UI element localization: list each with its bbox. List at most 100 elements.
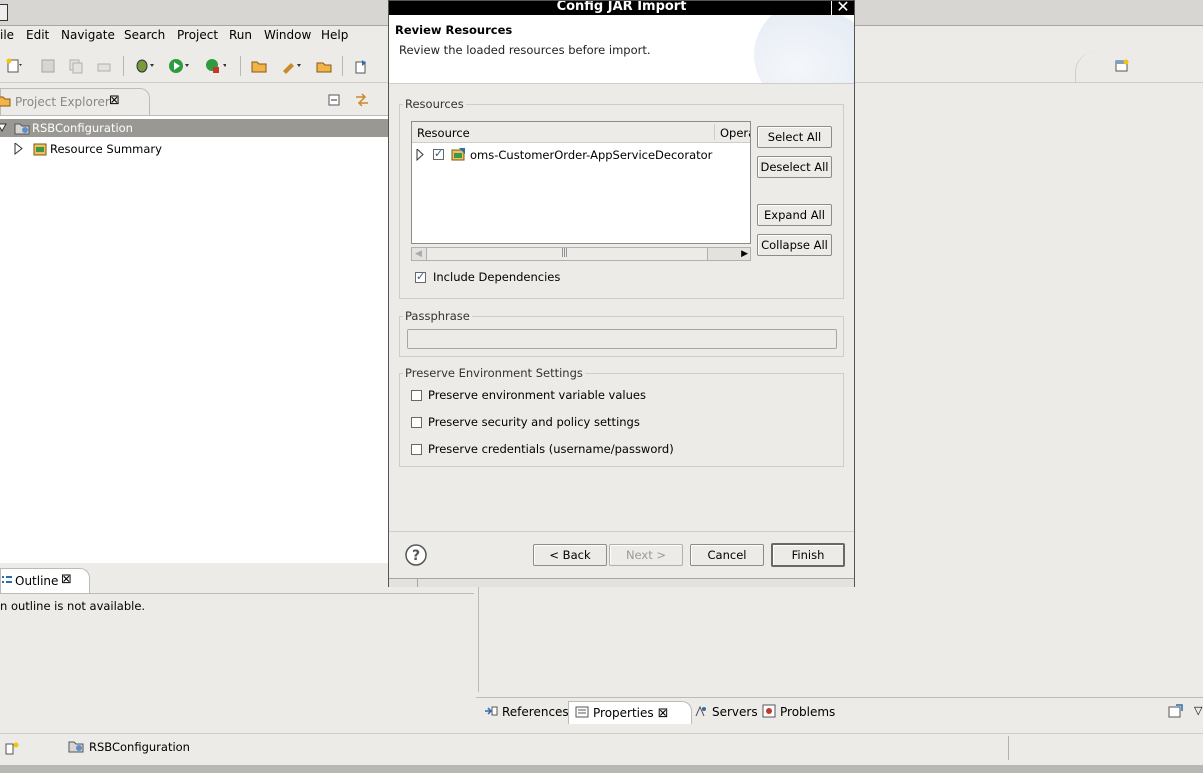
window-menu-icon[interactable] [0,4,8,21]
new-icon[interactable] [4,56,26,76]
project-icon [14,121,30,138]
properties-icon [575,706,589,721]
close-icon[interactable]: ✕ [831,1,854,15]
passphrase-input[interactable] [407,329,837,349]
status-separator [1008,736,1009,760]
menu-project[interactable]: Project [177,28,218,42]
fast-view-icon[interactable] [4,741,20,758]
debug-icon[interactable] [133,56,155,76]
group-label: Preserve Environment Settings [403,366,585,380]
wizard-header: Review Resources Review the loaded resou… [389,15,854,84]
bottom-tab-bar: References Properties ⊠ Servers Problems… [476,697,1203,726]
next-button[interactable]: Next > [609,544,683,566]
menu-help[interactable]: Help [321,28,348,42]
footer-separator [389,531,854,532]
link-with-editor-icon[interactable] [354,93,370,110]
menu-navigate[interactable]: Navigate [61,28,115,42]
perspective-switcher [1075,52,1203,82]
servers-icon [694,705,708,720]
external-tools-icon[interactable] [204,56,226,76]
select-all-button[interactable]: Select All [757,126,832,148]
tree-row[interactable]: Resource Summary [0,140,388,158]
run-icon[interactable] [168,56,190,76]
column-header-resource[interactable]: Resource [417,126,470,140]
preserve-option-label: Preserve environment variable values [428,388,646,402]
outline-view: n outline is not available. [0,593,474,734]
scroll-right-icon[interactable]: ▶ [741,249,748,259]
wizard-page-title: Review Resources [395,23,513,37]
menu-file[interactable]: ile [0,28,14,42]
column-header-operation[interactable]: Opera [720,126,750,140]
cancel-button[interactable]: Cancel [690,544,764,566]
tab-servers[interactable]: Servers [688,701,764,723]
tab-references[interactable]: References [478,701,575,723]
deselect-all-button[interactable]: Deselect All [757,156,832,178]
close-icon[interactable]: ⊠ [658,706,669,721]
close-icon[interactable]: ⊠ [109,93,120,108]
toolbar-separator [240,56,241,76]
collapse-all-button[interactable]: Collapse All [757,234,832,256]
resource-summary-icon [32,141,48,160]
resource-checkbox[interactable] [433,147,444,160]
folder-icon [0,94,11,111]
bottom-border [0,765,1203,773]
status-project-label: RSBConfiguration [89,740,190,754]
menu-search[interactable]: Search [124,28,165,42]
menu-edit[interactable]: Edit [26,28,49,42]
table-row[interactable]: oms-CustomerOrder-AppServiceDecorator [412,146,750,164]
preserve-option-label: Preserve security and policy settings [428,415,640,429]
expand-all-button[interactable]: Expand All [757,204,832,226]
preserve-credentials-checkbox[interactable] [411,444,422,455]
finish-button[interactable]: Finish [771,543,845,567]
menu-window[interactable]: Window [264,28,311,42]
include-dependencies-label: Include Dependencies [433,270,561,284]
preserve-security-checkbox[interactable] [411,417,422,428]
tab-label: References [502,705,569,719]
tab-label: Project Explorer [15,95,110,109]
tab-label: Properties [593,706,654,720]
tools-icon[interactable] [280,56,302,76]
tab-outline[interactable]: Outline ⊠ [0,568,90,594]
menu-run[interactable]: Run [229,28,252,42]
collapse-all-icon[interactable] [328,93,342,110]
horizontal-scrollbar[interactable]: ◀ ||| ▶ [411,247,751,261]
tree-item-label: RSBConfiguration [32,121,133,135]
tree-row-selected[interactable]: RSBConfiguration [0,119,388,137]
tab-properties[interactable]: Properties ⊠ [568,701,692,724]
help-icon[interactable]: ? [405,544,427,569]
expanded-arrow-icon[interactable] [0,122,8,136]
dialog-title-bar: Config JAR Import ✕ [389,1,854,15]
perspective-icon[interactable] [1114,58,1130,77]
problems-icon [762,704,776,721]
export-icon[interactable] [351,56,373,76]
editor-tab-area [856,88,1203,117]
back-button[interactable]: < Back [533,544,607,566]
view-menu-icon[interactable]: ▽ [1194,704,1202,717]
open-type-icon[interactable] [313,56,335,76]
service-decorator-icon [451,146,467,165]
scrollbar-thumb[interactable]: ||| [426,248,708,260]
preserve-env-vars-checkbox[interactable] [411,390,422,401]
copy-icon[interactable] [65,56,87,76]
table-header: Resource Opera [412,122,750,143]
collapsed-arrow-icon[interactable] [416,147,424,164]
tab-label: Servers [712,705,758,719]
scroll-left-icon[interactable]: ◀ [415,249,422,259]
group-label: Resources [403,97,466,111]
toolbar-separator [342,56,343,76]
collapsed-arrow-icon[interactable] [14,141,24,158]
save-icon[interactable] [37,56,59,76]
toolbar-separator [123,56,124,76]
tab-problems[interactable]: Problems [756,701,841,723]
status-bar: RSBConfiguration [0,733,1203,764]
tab-label: Problems [780,705,836,719]
open-console-icon[interactable] [1168,704,1184,721]
open-folder-icon[interactable] [248,56,270,76]
outline-icon [1,574,13,591]
resource-name: oms-CustomerOrder-AppServiceDecorator [470,148,713,162]
dialog-bottom-edge [389,578,854,587]
close-icon[interactable]: ⊠ [61,572,72,587]
tab-project-explorer[interactable]: Project Explorer ⊠ [0,88,150,115]
include-dependencies-checkbox[interactable] [415,270,426,283]
print-icon[interactable] [93,56,115,76]
